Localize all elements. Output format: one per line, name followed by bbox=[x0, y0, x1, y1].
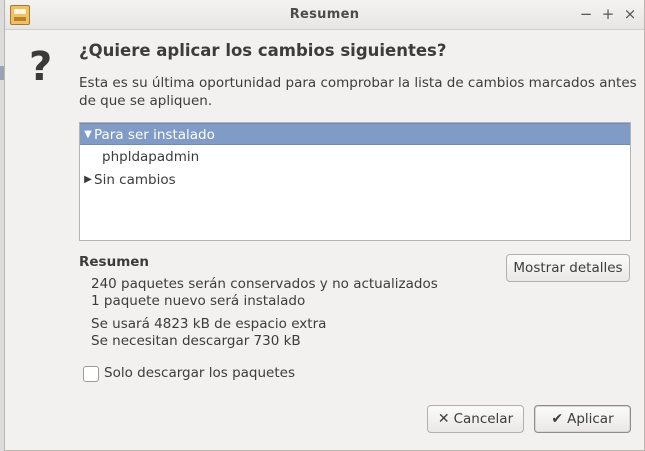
minimize-button[interactable]: − bbox=[577, 5, 595, 23]
expander-down-icon[interactable]: ▼ bbox=[82, 124, 94, 146]
close-button[interactable]: × bbox=[621, 5, 639, 23]
window-title: Resumen bbox=[289, 7, 360, 22]
close-icon: ✕ bbox=[437, 411, 450, 427]
tree-group-label: Para ser instalado bbox=[94, 127, 215, 143]
show-details-button[interactable]: Mostrar detalles bbox=[506, 254, 630, 282]
checkmark-icon: ✔ bbox=[551, 411, 564, 427]
summary-title: Resumen bbox=[79, 254, 150, 270]
summary-line-disk-space: Se usará 4823 kB de espacio extra bbox=[91, 316, 327, 332]
summary-dialog: Resumen − + × ? ¿Quiere aplicar los camb… bbox=[4, 0, 645, 451]
tree-item-package[interactable]: phpldapadmin bbox=[80, 146, 630, 168]
tree-group-to-install[interactable]: ▼ Para ser instalado bbox=[80, 123, 630, 145]
cancel-label: Cancelar bbox=[453, 411, 514, 427]
tree-group-label: Sin cambios bbox=[94, 172, 176, 188]
dialog-heading: ¿Quiere aplicar los cambios siguientes? bbox=[79, 41, 447, 60]
maximize-button[interactable]: + bbox=[599, 5, 617, 23]
apply-button[interactable]: ✔ Aplicar bbox=[534, 405, 631, 433]
title-bar[interactable]: Resumen − + × bbox=[5, 0, 644, 30]
summary-line-download-size: Se necesitan descargar 730 kB bbox=[91, 333, 301, 349]
tree-group-no-changes[interactable]: ▶ Sin cambios bbox=[80, 169, 630, 191]
question-mark-icon: ? bbox=[29, 44, 53, 90]
dialog-description: Esta es su última oportunidad para compr… bbox=[79, 75, 637, 109]
summary-line-new-install: 1 paquete nuevo será instalado bbox=[91, 293, 306, 309]
changes-tree[interactable]: ▼ Para ser instalado phpldapadmin ▶ Sin … bbox=[79, 122, 631, 241]
download-only-checkbox[interactable] bbox=[83, 366, 99, 382]
apply-label: Aplicar bbox=[567, 411, 614, 427]
cancel-button[interactable]: ✕ Cancelar bbox=[427, 405, 524, 433]
download-only-label[interactable]: Solo descargar los paquetes bbox=[104, 365, 295, 381]
summary-line-held-back: 240 paquetes serán conservados y no actu… bbox=[91, 276, 438, 292]
expander-right-icon[interactable]: ▶ bbox=[82, 169, 94, 191]
package-name: phpldapadmin bbox=[102, 149, 200, 165]
